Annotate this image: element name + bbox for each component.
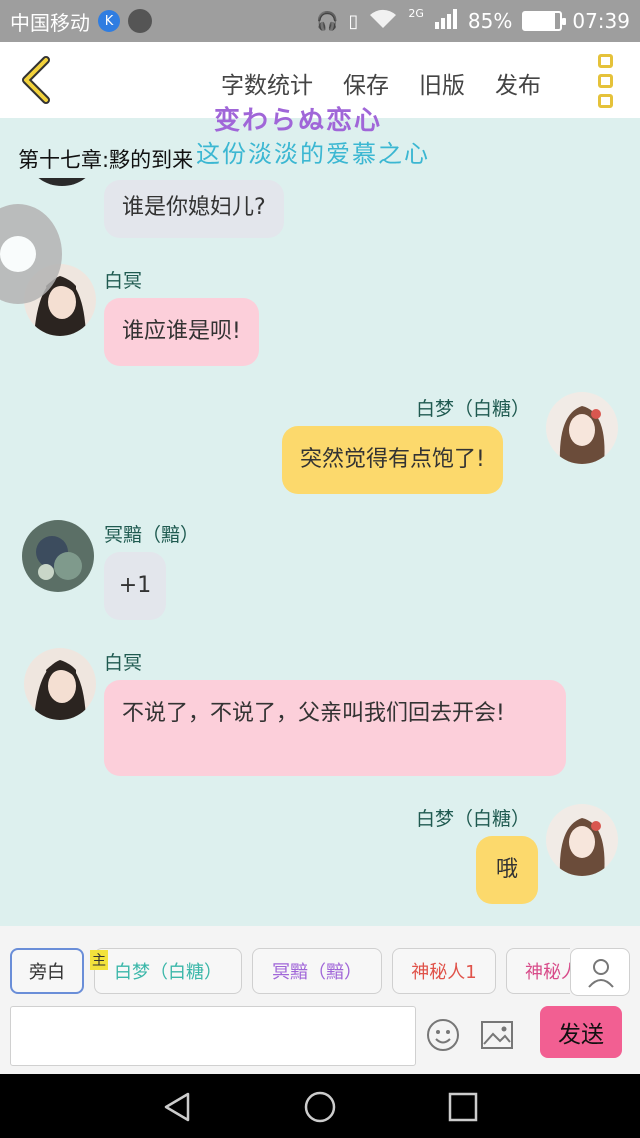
role-chip-mystery-2[interactable]: 神秘人 <box>506 948 570 994</box>
compose-area: 旁白 白梦（白糖） 冥黯（黯） 神秘人1 神秘人 主 发送 <box>0 926 640 1074</box>
back-triangle-icon[interactable] <box>160 1090 194 1124</box>
carrier-name: 中国移动 <box>10 10 90 35</box>
chip-label: 白梦（白糖） <box>114 962 222 983</box>
message-bubble: 突然觉得有点饱了! <box>282 426 503 494</box>
chip-label: 旁白 <box>29 962 65 983</box>
sender-name: 白梦（白糖） <box>416 808 531 830</box>
avatar-baimeng[interactable] <box>546 804 618 876</box>
role-chip-mystery-1[interactable]: 神秘人1 <box>392 948 496 994</box>
message-bubble: 哦 <box>476 836 538 904</box>
network-type: 2G <box>408 6 424 20</box>
avatar-mingan[interactable] <box>22 520 94 592</box>
logo-line-1: 变わらぬ恋心 <box>214 106 383 136</box>
main-role-tag: 主 <box>90 950 108 970</box>
avatar <box>30 178 94 186</box>
role-chip-narrator[interactable]: 旁白 <box>10 948 84 994</box>
title-logo: 变わらぬ恋心 这份淡淡的爱慕之心 <box>196 96 466 170</box>
sender-name: 白冥 <box>104 652 143 674</box>
recents-square-icon[interactable] <box>446 1090 480 1124</box>
chip-label: 神秘人 <box>525 962 570 983</box>
chevron-left-icon[interactable] <box>18 56 54 104</box>
sender-name: 白冥 <box>104 270 143 292</box>
publish-button[interactable]: 发布 <box>495 66 541 100</box>
message-bubble: 谁应谁是呗! <box>104 298 259 366</box>
home-circle-icon[interactable] <box>303 1090 337 1124</box>
emoji-icon[interactable] <box>426 1018 460 1052</box>
chip-label: 神秘人1 <box>411 962 477 983</box>
avatar-baiming[interactable] <box>24 648 96 720</box>
battery-icon <box>522 11 567 31</box>
menu-dots-icon[interactable] <box>598 54 614 108</box>
headphones-icon: 🎧 <box>316 10 339 32</box>
image-icon[interactable] <box>480 1020 514 1050</box>
signal-icon <box>434 8 458 35</box>
old-version-button[interactable]: 旧版 <box>419 66 465 100</box>
status-bar: 中国移动 K 🎧 ▯ 2G 85% 07:39 <box>0 0 640 42</box>
chapter-title: 第十七章:黟的到来 <box>18 148 194 172</box>
sender-name: 冥黯（黯） <box>104 524 200 546</box>
message-bubble: +1 <box>104 552 166 620</box>
message-list[interactable]: 谁是你媳妇儿? 白冥 谁应谁是呗! 白梦（白糖） 突然觉得有点饱了! 冥黯（黯）… <box>0 178 640 926</box>
role-chip-mingan[interactable]: 冥黯（黯） <box>252 948 382 994</box>
person-icon[interactable] <box>570 948 630 996</box>
clock: 07:39 <box>572 9 630 33</box>
sender-name: 白梦（白糖） <box>416 398 531 420</box>
save-button[interactable]: 保存 <box>343 66 389 100</box>
chip-label: 冥黯（黯） <box>272 962 362 983</box>
message-bubble: 谁是你媳妇儿? <box>104 180 284 238</box>
message-bubble: 不说了，不说了，父亲叫我们回去开会! <box>104 680 566 776</box>
k-app-icon: K <box>98 10 120 32</box>
logo-line-2: 这份淡淡的爱慕之心 <box>196 140 430 168</box>
avatar-baimeng[interactable] <box>546 392 618 464</box>
vibrate-icon: ▯ <box>348 10 359 32</box>
app-notification-icon <box>128 9 152 33</box>
message-input[interactable] <box>10 1006 416 1066</box>
battery-percent: 85% <box>467 9 513 33</box>
send-button[interactable]: 发送 <box>540 1006 622 1058</box>
role-chip-baimeng[interactable]: 白梦（白糖） <box>94 948 242 994</box>
word-count-button[interactable]: 字数统计 <box>221 66 313 100</box>
wifi-icon <box>368 8 398 35</box>
system-nav-bar <box>0 1074 640 1138</box>
